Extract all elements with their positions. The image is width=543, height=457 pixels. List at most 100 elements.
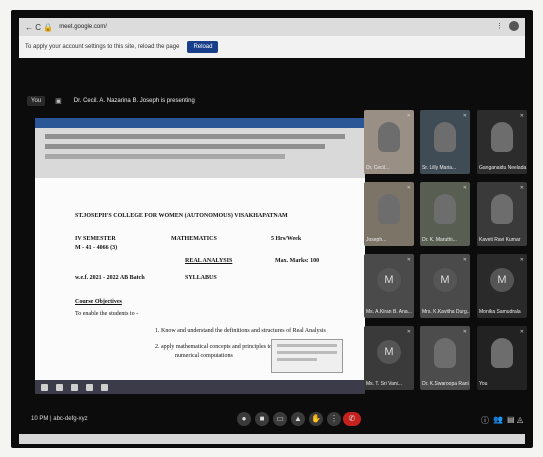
- participant-name: Kaveti Ravi Kumar: [479, 237, 521, 243]
- mic-muted-icon: ✕: [462, 185, 467, 191]
- doc-hours: 5 Hrs/Week: [271, 236, 302, 242]
- participant-name: Dr. K. Maruthi...: [422, 237, 457, 243]
- doc-year: w.e.f. 2021 - 2022 AB Batch: [75, 275, 145, 281]
- participant-tile[interactable]: M ✕ Ms. T. Sri Vani...: [364, 326, 414, 390]
- participant-tile[interactable]: ✕ Joseph...: [364, 182, 414, 246]
- participant-avatar: M: [377, 340, 401, 364]
- mic-muted-icon: ✕: [406, 113, 411, 119]
- ribbon-row: [45, 154, 285, 159]
- participant-tile[interactable]: ✕ Kaveti Ravi Kumar: [477, 182, 527, 246]
- participant-video: [434, 338, 456, 368]
- participant-video: [434, 122, 456, 152]
- doc-paper: REAL ANALYSIS: [185, 258, 233, 264]
- search-icon[interactable]: [56, 383, 63, 391]
- self-chip[interactable]: You: [27, 96, 46, 106]
- participant-tile[interactable]: ✕ Dr. K. Maruthi...: [420, 182, 470, 246]
- mic-muted-icon: ✕: [406, 257, 411, 263]
- meet-controls-bar: 10 PM | abc-defg-xyz ● ■ ▭ ▲ ✋ ⋮ ✆ ⓘ 👥 ▤…: [19, 406, 525, 432]
- mic-muted-icon: ✕: [406, 329, 411, 335]
- doc-objectives-title: Course Objectives: [75, 299, 122, 305]
- meet-header: You ▣ Dr. Cecil. A. Nazarina B. Joseph i…: [19, 94, 525, 108]
- participant-video: [491, 338, 513, 368]
- activities-icon[interactable]: ◬: [517, 415, 523, 424]
- doc-max-marks: Max. Marks: 100: [275, 258, 320, 264]
- info-bar: To apply your account settings to this s…: [19, 36, 525, 58]
- camera-icon[interactable]: ■: [255, 412, 269, 426]
- ribbon-row: [45, 134, 345, 139]
- participant-video: [378, 194, 400, 224]
- hover-popup: [271, 339, 343, 373]
- nav-icons[interactable]: ← C 🔒: [25, 23, 53, 32]
- captions-icon[interactable]: ▭: [273, 412, 287, 426]
- doc-point-2b: numerical computations: [175, 353, 233, 359]
- participant-name: Ms. A.Kiran B. Ana...: [366, 309, 412, 315]
- browser-chrome: ← C 🔒 meet.google.com/ ⋮ To apply your a…: [19, 18, 525, 58]
- end-call-button[interactable]: ✆: [343, 412, 361, 426]
- participant-name: Monika Samudrala: [479, 309, 521, 315]
- doc-syllabus: SYLLABUS: [185, 275, 217, 281]
- meet-window: ← C 🔒 meet.google.com/ ⋮ To apply your a…: [11, 10, 533, 448]
- meeting-time: 10 PM | abc-defg-xyz: [31, 416, 88, 422]
- participant-video: [491, 122, 513, 152]
- reload-button[interactable]: Reload: [187, 41, 219, 53]
- participant-tile[interactable]: M ✕ Monika Samudrala: [477, 254, 527, 318]
- bottom-strip: [19, 434, 525, 444]
- participant-avatar: M: [377, 268, 401, 292]
- presenting-text: Dr. Cecil. A. Nazarina B. Joseph is pres…: [73, 98, 195, 104]
- present-icon: ▣: [55, 98, 62, 105]
- participant-avatar: M: [490, 268, 514, 292]
- mic-muted-icon: ✕: [462, 113, 467, 119]
- participant-tile[interactable]: ✕ Dr. K.Swaroopa Rani: [420, 326, 470, 390]
- chat-icon[interactable]: ▤: [507, 415, 515, 424]
- mic-muted-icon: ✕: [519, 329, 524, 335]
- participant-avatar: M: [433, 268, 457, 292]
- people-icon[interactable]: 👥: [493, 415, 503, 424]
- participant-name: You: [479, 381, 488, 387]
- participant-name: Mrs. K.Kavitha Durg...: [422, 309, 470, 315]
- mic-muted-icon: ✕: [519, 257, 524, 263]
- explorer-icon[interactable]: [71, 383, 78, 391]
- mic-muted-icon: ✕: [462, 257, 467, 263]
- participant-name: Ganganaidu Neelada: [479, 165, 527, 171]
- mic-icon[interactable]: ●: [237, 412, 251, 426]
- participant-tile[interactable]: ✕ Ganganaidu Neelada: [477, 110, 527, 174]
- url-text[interactable]: meet.google.com/: [59, 24, 107, 30]
- windows-taskbar: [35, 380, 365, 394]
- infobar-text: To apply your account settings to this s…: [25, 44, 180, 50]
- participant-name: Dr. Cecil...: [366, 165, 390, 171]
- participant-name: Ms. T. Sri Vani...: [366, 381, 402, 387]
- info-icon[interactable]: ⓘ: [481, 415, 489, 426]
- doc-code: M - 41 - 4066 (3): [75, 245, 118, 251]
- address-bar[interactable]: ← C 🔒 meet.google.com/ ⋮: [19, 18, 525, 36]
- participant-name: Joseph...: [366, 237, 387, 243]
- mic-muted-icon: ✕: [462, 329, 467, 335]
- doc-heading: ST.JOSEPH'S COLLEGE FOR WOMEN (AUTONOMOU…: [75, 213, 288, 219]
- ribbon-row: [45, 144, 325, 149]
- participant-tile[interactable]: ✕ Sr. Lilly Maria...: [420, 110, 470, 174]
- doc-point-1: 1. Know and understand the definitions a…: [155, 328, 326, 334]
- doc-semester: IV SEMESTER: [75, 236, 116, 242]
- participant-tile[interactable]: M ✕ Mrs. K.Kavitha Durg...: [420, 254, 470, 318]
- participant-tile[interactable]: ✕ Dr. Cecil...: [364, 110, 414, 174]
- raise-hand-icon[interactable]: ✋: [309, 412, 323, 426]
- participant-tile[interactable]: ✕ You: [477, 326, 527, 390]
- participant-name: Sr. Lilly Maria...: [422, 165, 457, 171]
- ribbon-tabs: [35, 118, 365, 128]
- chrome-icon[interactable]: [86, 383, 93, 391]
- word-ribbon: [35, 118, 365, 178]
- mic-muted-icon: ✕: [406, 185, 411, 191]
- doc-subject: MATHEMATICS: [171, 236, 217, 242]
- participant-video: [378, 122, 400, 152]
- participant-tile[interactable]: M ✕ Ms. A.Kiran B. Ana...: [364, 254, 414, 318]
- mic-muted-icon: ✕: [519, 113, 524, 119]
- profile-avatar[interactable]: [509, 21, 519, 31]
- start-icon[interactable]: [41, 383, 48, 391]
- mic-muted-icon: ✕: [519, 185, 524, 191]
- shared-screen: ST.JOSEPH'S COLLEGE FOR WOMEN (AUTONOMOU…: [35, 118, 365, 380]
- word-icon[interactable]: [101, 383, 108, 391]
- participant-name: Dr. K.Swaroopa Rani: [422, 381, 469, 387]
- present-now-icon[interactable]: ▲: [291, 412, 305, 426]
- extensions-icon[interactable]: ⋮: [496, 22, 503, 30]
- doc-objectives-intro: To enable the students to -: [75, 311, 139, 317]
- more-options-icon[interactable]: ⋮: [327, 412, 341, 426]
